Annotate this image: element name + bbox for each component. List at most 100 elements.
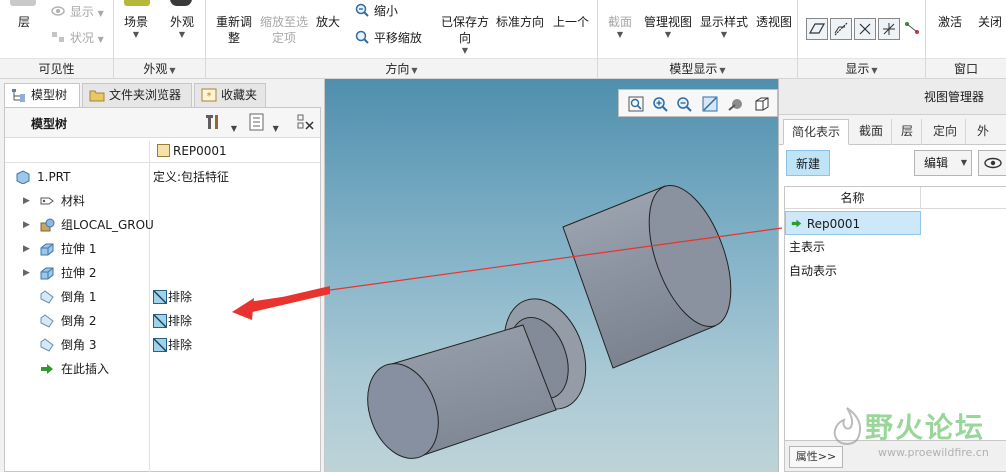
list-item-automatic-rep[interactable]: 自动表示 [785,259,921,283]
standard-orientation-button[interactable]: 标准方向 [496,14,544,30]
zoom-out-icon[interactable] [675,95,693,113]
zoom-in-button[interactable]: 放大 [316,14,340,30]
zoom-out-button[interactable]: 缩小 [354,2,398,19]
repaint-icon[interactable] [701,95,719,113]
layer-button[interactable]: 层 [18,14,30,30]
section-button[interactable]: 截面 ▼ [608,14,632,40]
rep-rule-cell: 排除 [153,309,192,333]
tab-sections[interactable]: 截面 [851,119,893,145]
display-group-label: 显示 ▼ [798,58,925,78]
name-column-header[interactable]: 名称 [785,187,921,209]
tree-row-material[interactable]: ▶ 材料 [5,189,320,213]
exclude-label: 排除 [168,290,193,304]
point-display-toggle[interactable] [854,18,876,40]
settings-tools-icon[interactable] [205,113,227,134]
tree-row-label: 倒角 2 [61,314,97,328]
orientation-group-label: 方向 ▼ [206,58,597,78]
plane-display-toggle[interactable] [806,18,828,40]
tab-model-tree[interactable]: 模型树 [4,83,80,109]
tab-folder-browser[interactable]: 文件夹浏览器 [82,83,192,108]
previous-button[interactable]: 上一个 [553,14,589,30]
refit-icon[interactable] [627,95,645,113]
model-tree: 模型树 ▼ ▼ REP0001 1.PRT 定义:包括特征 ▶ 材料 ▶ 组LO… [4,107,321,472]
favorites-icon: * [201,88,217,102]
chevron-down-icon[interactable]: ▼ [273,124,279,133]
csys-display-toggle[interactable] [878,18,900,40]
svg-text:*: * [207,91,212,102]
list-item-master-rep[interactable]: 主表示 [785,235,921,259]
active-arrow-icon [791,219,802,228]
tree-row-group[interactable]: ▶ 组LOCAL_GROU [5,213,320,237]
display-style-icon[interactable] [727,95,745,113]
zoom-in-icon[interactable] [651,95,669,113]
tree-row-extrude-2[interactable]: ▶ 拉伸 2 [5,261,320,285]
appearance-icon [170,0,192,6]
tree-filter-icon[interactable] [297,113,317,134]
rep-column-header[interactable]: REP0001 [157,144,227,158]
tab-favorites[interactable]: * 收藏夹 [194,83,266,108]
expand-arrow-icon[interactable]: ▶ [23,213,30,237]
expand-arrow-icon[interactable]: ▶ [23,237,30,261]
manage-views-button[interactable]: 管理视图 ▼ [644,14,692,40]
pan-zoom-button[interactable]: 平移缩放 [354,29,422,46]
axis-display-toggle[interactable] [830,18,852,40]
status-button[interactable]: 状况 ▼ [50,29,104,48]
chevron-down-icon: ▼ [97,9,104,18]
zoom-to-selected-button[interactable]: 缩放至选定项 [258,14,310,46]
eye-icon [984,157,1002,169]
display-style-button[interactable]: 显示样式 ▼ [700,14,748,40]
datum-plane-icon [808,23,826,34]
rep-column-label: REP0001 [173,144,227,158]
list-item-label: 主表示 [789,240,826,254]
tree-row-extrude-1[interactable]: ▶ 拉伸 1 [5,237,320,261]
chevron-down-icon: ▼ [664,30,672,39]
tree-row-label: 拉伸 1 [61,242,97,256]
tree-row-chamfer-1[interactable]: 倒角 1 排除 [5,285,320,309]
tree-row-chamfer-3[interactable]: 倒角 3 排除 [5,333,320,357]
folder-browser-icon [89,90,105,102]
tab-simplified-rep[interactable]: 简化表示 [783,119,850,145]
chevron-down-icon: ▼ [132,30,140,39]
graphics-window[interactable] [325,79,778,472]
chevron-down-icon: ▼ [178,30,186,39]
edit-button[interactable]: 编辑 ▼ [914,150,972,176]
tree-row-chamfer-2[interactable]: 倒角 2 排除 [5,309,320,333]
appearance-button[interactable]: 外观 ▼ [170,14,194,40]
tree-row-part[interactable]: 1.PRT 定义:包括特征 [5,165,320,189]
chevron-down-icon[interactable]: ▼ [231,124,237,133]
chamfer-icon [40,314,54,328]
list-item-rep0001[interactable]: Rep0001 [785,211,921,235]
view-options-button[interactable] [978,150,1006,176]
chevron-down-icon: ▼ [97,35,104,44]
expand-arrow-icon[interactable]: ▶ [23,261,30,285]
tab-favorites-label: 收藏夹 [221,88,258,102]
activate-button[interactable]: 激活 [938,14,962,30]
display-group: 显示 ▼ [798,0,926,79]
show-options-icon[interactable] [249,113,269,134]
expand-arrow-icon[interactable]: ▶ [23,189,30,213]
tab-layers[interactable]: 层 [893,119,923,145]
tab-folder-browser-label: 文件夹浏览器 [109,88,182,102]
new-button[interactable]: 新建 [786,150,830,176]
manage-views-label: 管理视图 [644,15,693,29]
refit-button[interactable]: 重新调整 [214,14,254,46]
status-icon [52,32,64,42]
chevron-down-icon: ▼ [720,30,728,39]
datum-axis-icon [834,22,848,36]
tab-orient[interactable]: 定向 [925,119,967,145]
tab-appearance[interactable]: 外观 [969,119,1006,163]
tree-row-label: 拉伸 2 [61,266,97,280]
exclude-icon [153,338,167,352]
watermark: 野火论坛 www.proewildfire.cn [820,402,1006,472]
display-style-label: 显示样式 [700,15,749,29]
scene-button[interactable]: 场景 ▼ [124,14,148,40]
show-button[interactable]: 显示 ▼ [50,3,104,22]
rep-rule-cell: 定义:包括特征 [153,170,230,184]
view-manager-tabs: 简化表示 截面 层 定向 外观 [779,119,1006,163]
perspective-button[interactable]: 透视图 [756,14,792,30]
saved-orientation-icon[interactable] [753,95,771,113]
close-button[interactable]: 关闭 [978,14,1002,30]
annotation-display-toggle[interactable] [904,20,920,37]
tree-row-insert-here[interactable]: 在此插入 [5,357,320,381]
saved-orientations-button[interactable]: 已保存方向 ▼ [440,14,490,56]
